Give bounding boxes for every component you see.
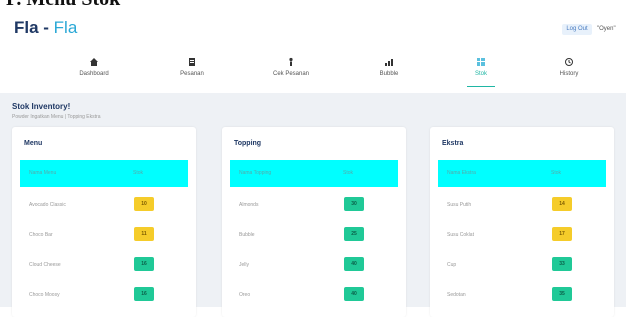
stock-badge: 40 bbox=[344, 287, 364, 301]
app-window: Fla - Fla Log Out "Oyen" Dashboard Pesan… bbox=[0, 8, 626, 317]
column-header-name: Nama Menu bbox=[29, 170, 57, 176]
brand-name: Fla bbox=[14, 18, 39, 37]
column-header-stock: Stok bbox=[551, 170, 562, 176]
nav-label: History bbox=[559, 71, 579, 77]
table-row: Susu Coklat 17 bbox=[438, 224, 606, 246]
history-icon bbox=[529, 54, 609, 68]
stock-badge: 25 bbox=[344, 227, 364, 241]
stock-badge: 10 bbox=[134, 197, 154, 211]
nav-item-bubble[interactable]: Bubble bbox=[349, 52, 429, 90]
table-row: Choco Bar 11 bbox=[20, 224, 188, 246]
table-row: Avocado Classic 10 bbox=[20, 194, 188, 216]
column-header-name: Nama Topping bbox=[239, 170, 272, 176]
card-title: Topping bbox=[234, 140, 262, 147]
brand-logo[interactable]: Fla - Fla bbox=[14, 18, 77, 38]
item-name: Bubble bbox=[239, 232, 255, 238]
table-header: Nama Topping Stok bbox=[230, 160, 398, 187]
home-icon bbox=[54, 54, 134, 68]
stock-badge: 16 bbox=[134, 257, 154, 271]
item-name: Choco Bar bbox=[29, 232, 53, 238]
column-header-stock: Stok bbox=[343, 170, 354, 176]
stock-badge: 40 bbox=[344, 257, 364, 271]
bar-chart-icon bbox=[349, 54, 429, 68]
card-title: Menu bbox=[24, 140, 43, 147]
nav-label: Bubble bbox=[379, 71, 399, 77]
nav-item-stok[interactable]: Stok bbox=[441, 52, 521, 90]
item-name: Avocado Classic bbox=[29, 202, 66, 208]
column-header-name: Nama Ekstra bbox=[447, 170, 476, 176]
topping-card: Topping Nama Topping Stok Almonds 30 Bub… bbox=[222, 127, 406, 317]
nav-item-dashboard[interactable]: Dashboard bbox=[54, 52, 134, 90]
stock-badge: 11 bbox=[134, 227, 154, 241]
item-name: Cloud Cheese bbox=[29, 262, 61, 268]
column-header-stock: Stok bbox=[133, 170, 144, 176]
item-name: Choco Moosy bbox=[29, 292, 60, 298]
logout-button[interactable]: Log Out bbox=[562, 24, 592, 35]
item-name: Sedotan bbox=[447, 292, 466, 298]
content-panel: Stok Inventory! Powder Ingatkan Menu | T… bbox=[0, 93, 626, 317]
item-name: Cup bbox=[447, 262, 457, 268]
person-icon bbox=[251, 54, 331, 68]
nav-label: Cek Pesanan bbox=[272, 71, 310, 77]
table-row: Almonds 30 bbox=[230, 194, 398, 216]
page-title: Stok Inventory! bbox=[12, 102, 71, 111]
stock-badge: 33 bbox=[552, 257, 572, 271]
clipboard-icon bbox=[152, 54, 232, 68]
nav-label: Pesanan bbox=[180, 71, 204, 77]
table-row: Cup 33 bbox=[438, 254, 606, 276]
active-underline bbox=[467, 86, 495, 87]
table-header: Nama Ekstra Stok bbox=[438, 160, 606, 187]
brand-sub: Fla bbox=[53, 18, 78, 37]
ekstra-card: Ekstra Nama Ekstra Stok Susu Putih 14 Su… bbox=[430, 127, 614, 317]
stock-badge: 17 bbox=[552, 227, 572, 241]
menu-card: Menu Nama Menu Stok Avocado Classic 10 C… bbox=[12, 127, 196, 317]
nav-item-pesanan[interactable]: Pesanan bbox=[152, 52, 232, 90]
header: Fla - Fla Log Out "Oyen" bbox=[0, 8, 626, 46]
username-label: "Oyen" bbox=[597, 26, 616, 32]
stock-badge: 35 bbox=[552, 287, 572, 301]
nav-label: Dashboard bbox=[79, 71, 109, 77]
grid-icon bbox=[441, 54, 521, 68]
table-row: Susu Putih 14 bbox=[438, 194, 606, 216]
page-subtitle: Powder Ingatkan Menu | Topping Ekstra bbox=[12, 114, 101, 120]
nav-item-history[interactable]: History bbox=[529, 52, 609, 90]
table-header: Nama Menu Stok bbox=[20, 160, 188, 187]
item-name: Jelly bbox=[239, 262, 250, 268]
stock-badge: 14 bbox=[552, 197, 572, 211]
table-row: Choco Moosy 16 bbox=[20, 284, 188, 306]
table-row: Sedotan 35 bbox=[438, 284, 606, 306]
stock-badge: 30 bbox=[344, 197, 364, 211]
table-row: Cloud Cheese 16 bbox=[20, 254, 188, 276]
stock-badge: 16 bbox=[134, 287, 154, 301]
main-nav: Dashboard Pesanan Cek Pesanan Bubble Sto… bbox=[0, 52, 626, 90]
item-name: Susu Coklat bbox=[447, 232, 474, 238]
table-row: Jelly 40 bbox=[230, 254, 398, 276]
nav-label: Stok bbox=[474, 71, 487, 77]
item-name: Oreo bbox=[239, 292, 251, 298]
brand-separator: - bbox=[38, 18, 54, 37]
nav-item-cek-pesanan[interactable]: Cek Pesanan bbox=[251, 52, 331, 90]
card-title: Ekstra bbox=[442, 140, 464, 147]
item-name: Susu Putih bbox=[447, 202, 472, 208]
table-row: Bubble 25 bbox=[230, 224, 398, 246]
table-row: Oreo 40 bbox=[230, 284, 398, 306]
item-name: Almonds bbox=[239, 202, 259, 208]
